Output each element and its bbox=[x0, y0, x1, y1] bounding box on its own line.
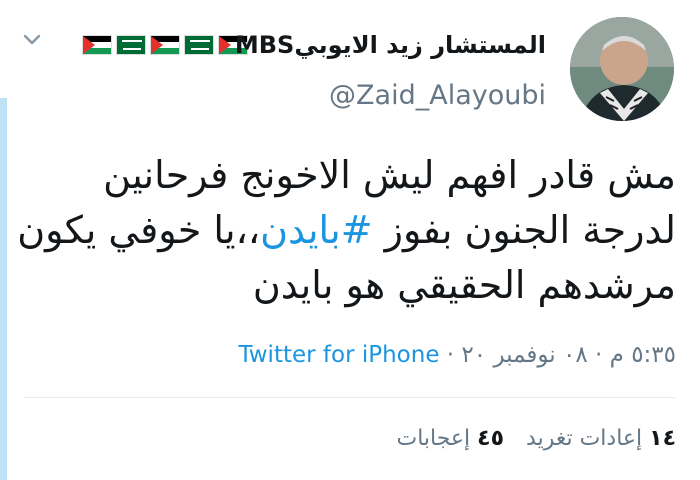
tweet-meta: ٥:٣٥ م · ٠٨ نوفمبر ٢٠ · Twitter for iPho… bbox=[239, 340, 677, 370]
likes-count: ٤٥ bbox=[477, 426, 505, 451]
tweet-text: مش قادر افهم ليش الاخونج فرحانين لدرجة ا… bbox=[16, 148, 676, 313]
likes-label: إعجابات bbox=[396, 426, 471, 451]
tweet-date[interactable]: ٠٨ نوفمبر ٢٠ bbox=[461, 342, 587, 368]
meta-separator: · bbox=[439, 342, 462, 368]
tweet-time: ٥:٣٥ م bbox=[609, 342, 676, 368]
retweets-count: ١٤ bbox=[649, 426, 676, 451]
chevron-down-icon[interactable] bbox=[22, 30, 42, 50]
palestine-flag-icon bbox=[150, 35, 180, 55]
flag-emoji-row bbox=[82, 35, 248, 55]
likes-stat[interactable]: ٤٥ إعجابات bbox=[396, 426, 504, 451]
tweet-stats: ١٤ إعادات تغريد ٤٥ إعجابات bbox=[396, 424, 676, 454]
author-name[interactable]: المستشار زيد الايوبيMBS bbox=[235, 28, 546, 62]
retweets-label: إعادات تغريد bbox=[526, 426, 643, 451]
saudi-flag-icon bbox=[116, 35, 146, 55]
source-app-link[interactable]: Twitter for iPhone bbox=[239, 342, 440, 368]
avatar[interactable] bbox=[570, 17, 674, 121]
palestine-flag-icon bbox=[82, 35, 112, 55]
hashtag-link[interactable]: #بايدن bbox=[260, 208, 372, 252]
meta-separator: · bbox=[587, 342, 610, 368]
author-handle[interactable]: @Zaid_Alayoubi bbox=[329, 78, 546, 114]
saudi-flag-icon bbox=[184, 35, 214, 55]
retweets-stat[interactable]: ١٤ إعادات تغريد bbox=[526, 426, 676, 451]
divider bbox=[24, 397, 676, 398]
left-thread-bar bbox=[0, 98, 7, 480]
